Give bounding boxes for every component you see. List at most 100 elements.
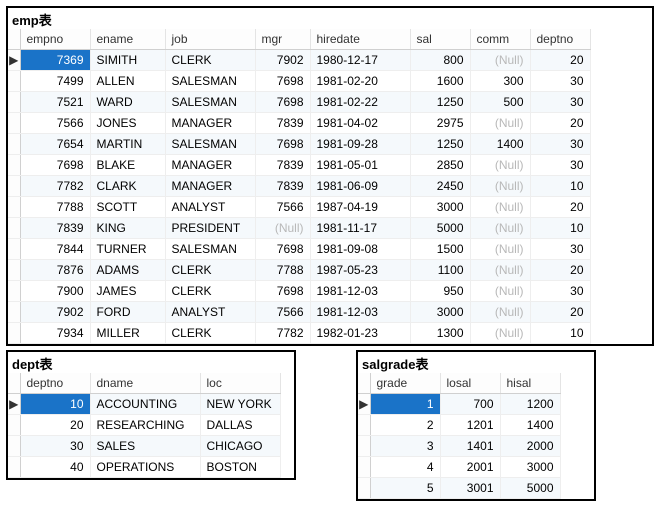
table-row[interactable]: 7839KINGPRESIDENT(Null)1981-11-175000(Nu… <box>8 218 590 239</box>
row-selector[interactable] <box>8 436 20 457</box>
cell-deptno[interactable]: 40 <box>20 457 90 478</box>
cell-deptno[interactable]: 30 <box>530 92 590 113</box>
cell-sal[interactable]: 2450 <box>410 176 470 197</box>
table-row[interactable]: 7654MARTINSALESMAN76981981-09-2812501400… <box>8 134 590 155</box>
cell-job[interactable]: CLERK <box>165 50 255 71</box>
cell-mgr[interactable]: (Null) <box>255 218 310 239</box>
row-selector[interactable]: ▶ <box>8 394 20 415</box>
cell-grade[interactable]: 1 <box>370 394 440 415</box>
table-row[interactable]: 420013000 <box>358 457 560 478</box>
cell-grade[interactable]: 2 <box>370 415 440 436</box>
cell-sal[interactable]: 3000 <box>410 197 470 218</box>
cell-hiredate[interactable]: 1981-02-20 <box>310 71 410 92</box>
table-row[interactable]: 40OPERATIONSBOSTON <box>8 457 280 478</box>
row-selector[interactable] <box>8 197 20 218</box>
cell-dname[interactable]: ACCOUNTING <box>90 394 200 415</box>
table-row[interactable]: 7900JAMESCLERK76981981-12-03950(Null)30 <box>8 281 590 302</box>
table-row[interactable]: 7876ADAMSCLERK77881987-05-231100(Null)20 <box>8 260 590 281</box>
row-selector[interactable] <box>358 436 370 457</box>
cell-hisal[interactable]: 3000 <box>500 457 560 478</box>
cell-comm[interactable]: (Null) <box>470 155 530 176</box>
cell-hiredate[interactable]: 1981-12-03 <box>310 281 410 302</box>
cell-comm[interactable]: 300 <box>470 71 530 92</box>
cell-dname[interactable]: RESEARCHING <box>90 415 200 436</box>
cell-deptno[interactable]: 10 <box>20 394 90 415</box>
cell-sal[interactable]: 1500 <box>410 239 470 260</box>
cell-empno[interactable]: 7566 <box>20 113 90 134</box>
cell-mgr[interactable]: 7698 <box>255 92 310 113</box>
row-selector[interactable] <box>8 281 20 302</box>
table-row[interactable]: 314012000 <box>358 436 560 457</box>
cell-empno[interactable]: 7902 <box>20 302 90 323</box>
cell-losal[interactable]: 2001 <box>440 457 500 478</box>
table-row[interactable]: ▶17001200 <box>358 394 560 415</box>
cell-ename[interactable]: FORD <box>90 302 165 323</box>
cell-mgr[interactable]: 7839 <box>255 176 310 197</box>
cell-ename[interactable]: SCOTT <box>90 197 165 218</box>
cell-comm[interactable]: (Null) <box>470 176 530 197</box>
cell-mgr[interactable]: 7782 <box>255 323 310 344</box>
cell-loc[interactable]: CHICAGO <box>200 436 280 457</box>
row-selector[interactable] <box>8 113 20 134</box>
dept-table[interactable]: deptnodnameloc▶10ACCOUNTINGNEW YORK20RES… <box>8 373 281 478</box>
cell-hisal[interactable]: 1200 <box>500 394 560 415</box>
table-row[interactable]: 7782CLARKMANAGER78391981-06-092450(Null)… <box>8 176 590 197</box>
cell-hisal[interactable]: 1400 <box>500 415 560 436</box>
cell-ename[interactable]: KING <box>90 218 165 239</box>
cell-deptno[interactable]: 10 <box>530 176 590 197</box>
cell-ename[interactable]: MILLER <box>90 323 165 344</box>
column-header-empno[interactable]: empno <box>20 29 90 50</box>
cell-job[interactable]: CLERK <box>165 323 255 344</box>
cell-empno[interactable]: 7521 <box>20 92 90 113</box>
table-row[interactable]: 30SALESCHICAGO <box>8 436 280 457</box>
cell-loc[interactable]: NEW YORK <box>200 394 280 415</box>
cell-job[interactable]: SALESMAN <box>165 92 255 113</box>
column-header-mgr[interactable]: mgr <box>255 29 310 50</box>
cell-comm[interactable]: (Null) <box>470 281 530 302</box>
table-row[interactable]: ▶10ACCOUNTINGNEW YORK <box>8 394 280 415</box>
cell-hiredate[interactable]: 1987-04-19 <box>310 197 410 218</box>
cell-hiredate[interactable]: 1981-02-22 <box>310 92 410 113</box>
row-selector[interactable] <box>358 478 370 499</box>
cell-mgr[interactable]: 7698 <box>255 239 310 260</box>
table-row[interactable]: 7521WARDSALESMAN76981981-02-22125050030 <box>8 92 590 113</box>
cell-deptno[interactable]: 20 <box>20 415 90 436</box>
cell-ename[interactable]: ALLEN <box>90 71 165 92</box>
cell-job[interactable]: SALESMAN <box>165 71 255 92</box>
cell-ename[interactable]: ADAMS <box>90 260 165 281</box>
cell-hiredate[interactable]: 1981-09-08 <box>310 239 410 260</box>
cell-job[interactable]: SALESMAN <box>165 239 255 260</box>
column-header-hiredate[interactable]: hiredate <box>310 29 410 50</box>
cell-mgr[interactable]: 7566 <box>255 197 310 218</box>
cell-grade[interactable]: 4 <box>370 457 440 478</box>
cell-sal[interactable]: 1250 <box>410 134 470 155</box>
cell-deptno[interactable]: 20 <box>530 50 590 71</box>
emp-table[interactable]: empnoenamejobmgrhiredatesalcommdeptno▶73… <box>8 29 591 344</box>
cell-comm[interactable]: (Null) <box>470 323 530 344</box>
row-selector[interactable] <box>8 92 20 113</box>
row-selector[interactable] <box>8 134 20 155</box>
cell-mgr[interactable]: 7698 <box>255 71 310 92</box>
column-header-ename[interactable]: ename <box>90 29 165 50</box>
cell-hisal[interactable]: 5000 <box>500 478 560 499</box>
cell-grade[interactable]: 5 <box>370 478 440 499</box>
row-selector[interactable] <box>358 415 370 436</box>
cell-hisal[interactable]: 2000 <box>500 436 560 457</box>
cell-deptno[interactable]: 20 <box>530 260 590 281</box>
cell-ename[interactable]: TURNER <box>90 239 165 260</box>
cell-mgr[interactable]: 7902 <box>255 50 310 71</box>
cell-hiredate[interactable]: 1980-12-17 <box>310 50 410 71</box>
cell-losal[interactable]: 1201 <box>440 415 500 436</box>
cell-job[interactable]: MANAGER <box>165 113 255 134</box>
cell-mgr[interactable]: 7839 <box>255 155 310 176</box>
column-header-comm[interactable]: comm <box>470 29 530 50</box>
cell-dname[interactable]: OPERATIONS <box>90 457 200 478</box>
column-header-loc[interactable]: loc <box>200 373 280 394</box>
cell-deptno[interactable]: 30 <box>530 134 590 155</box>
cell-ename[interactable]: JONES <box>90 113 165 134</box>
salgrade-table[interactable]: gradelosalhisal▶170012002120114003140120… <box>358 373 561 499</box>
cell-hiredate[interactable]: 1981-12-03 <box>310 302 410 323</box>
row-selector[interactable] <box>8 71 20 92</box>
cell-ename[interactable]: CLARK <box>90 176 165 197</box>
cell-ename[interactable]: JAMES <box>90 281 165 302</box>
